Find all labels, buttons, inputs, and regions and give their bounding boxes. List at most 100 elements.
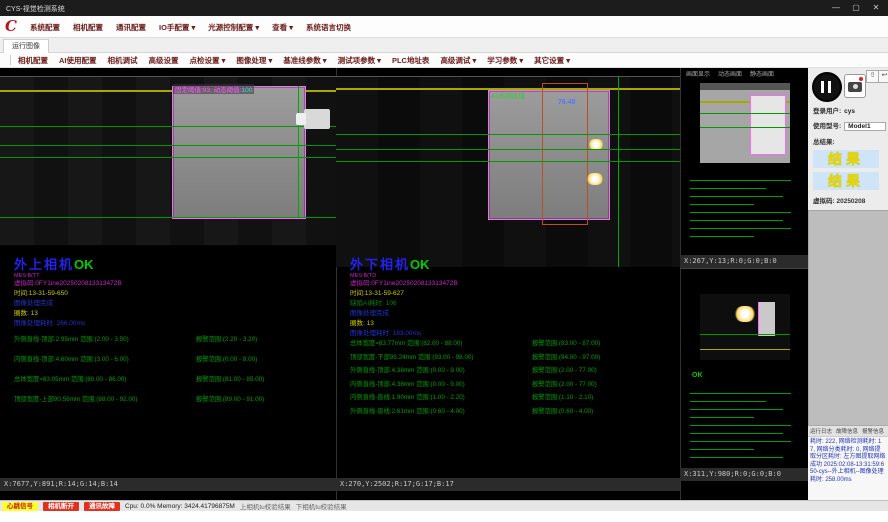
- log-tab-run[interactable]: 运行日志: [810, 427, 832, 435]
- left-measure-rows: 外侧直线-顶部:2.95mm 范围:(2.00 - 3.50)报警范围:(2.2…: [14, 334, 329, 414]
- side-panel: ⇧ ↩ 登录用户:cys 使用型号:Model1 总结果: 结果 结果 虚拟码:…: [808, 68, 888, 500]
- measure-line: [0, 145, 336, 146]
- camera-status-badge: 相机断开: [43, 502, 79, 511]
- mini-top-pixel-readout: X:267,Y:13;R:0;G:0;B:0: [680, 255, 808, 268]
- measure-line-vertical: [298, 86, 299, 217]
- left-camera-viewport[interactable]: 固定阈值:93, 动态阈值:100: [0, 76, 336, 245]
- view-header-item[interactable]: 动态画面: [718, 69, 742, 78]
- virtual-code-label: 虚拟码: 20250208: [813, 198, 865, 205]
- close-button[interactable]: ✕: [866, 0, 886, 16]
- time-line: 时间:13-31-59-650: [14, 289, 122, 299]
- tab-run-image[interactable]: 运行图像: [3, 39, 49, 54]
- menu-light-control[interactable]: 光源控制配置 ▾: [208, 22, 259, 33]
- process-done: 图像处理完成: [350, 309, 458, 319]
- log-tab-alarm[interactable]: 报警信息: [862, 427, 884, 435]
- tool-image-processing[interactable]: 图像处理 ▾: [236, 55, 272, 66]
- result-text-lines: [690, 386, 796, 458]
- measure-row: 总体宽度=83.05mm 范围:(80.00 - 86.00)报警范围:(81.…: [14, 374, 329, 394]
- tab-connector-tip: [296, 113, 306, 125]
- process-cost: 图像处理耗时: 266.00ms: [14, 319, 122, 329]
- minimize-button[interactable]: —: [826, 0, 846, 16]
- measure-row: 内侧直线-直线:1.90mm 范围:(1.00 - 2.20)报警范围:(1.1…: [350, 392, 665, 406]
- menu-language[interactable]: 系统语言切换: [306, 22, 351, 33]
- cell-region: [750, 95, 786, 155]
- toolbar-separator: [10, 55, 11, 65]
- camera-name: 外下相机: [350, 257, 410, 272]
- upper-camera-check-result: 上相机tu校验结果: [240, 501, 291, 511]
- process-done: 图像处理完成: [14, 299, 122, 309]
- virtual-code: 虚拟码:0FY1ine2025020813313472B: [14, 279, 122, 289]
- model-select[interactable]: Model1: [844, 122, 886, 131]
- middle-measure-rows: 总体宽度=83.77mm 范围:(82.00 - 88.00)报警范围:(83.…: [350, 338, 665, 419]
- snapshot-button[interactable]: [844, 74, 866, 98]
- measure-row: 总体宽度=83.77mm 范围:(82.00 - 88.00)报警范围:(83.…: [350, 338, 665, 352]
- pause-button[interactable]: [812, 72, 842, 102]
- menu-camera-config[interactable]: 相机配置: [73, 22, 103, 33]
- tool-spotcheck-settings[interactable]: 点检设置 ▾: [190, 55, 226, 66]
- menu-comm-config[interactable]: 通讯配置: [116, 22, 146, 33]
- time-line: 时间:13-31-59-627: [350, 289, 458, 299]
- measure-line-vertical: [618, 77, 619, 267]
- measure-row: 顶部宽度-上部90.56mm 范围:(88.00 - 92.00)报警范围:(8…: [14, 394, 329, 414]
- login-user-value: cys: [844, 108, 855, 115]
- view-header: 画面显示 动态画面 静态画面: [686, 69, 774, 78]
- title-bar: CYS-视觉检测系统 — ▢ ✕: [0, 0, 888, 16]
- region-label: A1检测区域: [491, 90, 525, 100]
- mini-bottom-viewport[interactable]: [700, 294, 790, 360]
- record-dot-icon: [859, 77, 863, 81]
- result-ok: OK: [410, 257, 430, 272]
- total-result-label: 总结果:: [813, 139, 835, 146]
- measure-line: [700, 127, 790, 128]
- measure-line: [0, 157, 336, 158]
- middle-pixel-readout: X:270,Y:2502;R:17;G:17;B:17: [336, 478, 680, 491]
- reflection-glow: [586, 173, 604, 185]
- left-pixel-readout: X:7677,Y:891;R:14;G:14;B:14: [0, 478, 336, 491]
- tool-plc-table[interactable]: PLC地址表: [392, 55, 430, 66]
- mini-bottom-pixel-readout: X:311,Y:980;R:0;G:0;B:0: [680, 468, 808, 481]
- window-title: CYS-视觉检测系统: [6, 4, 65, 14]
- measure-row: 顶部宽度-下部95.24mm 范围:(93.00 - 98.00)报警范围:(9…: [350, 352, 665, 366]
- reflection-glow: [734, 306, 756, 322]
- measure-row: 外侧直线-顶部:4.38mm 范围:(0.00 - 9.00)报警范围:(2.0…: [350, 365, 665, 379]
- camera-name: 外上相机: [14, 257, 74, 272]
- measure-value: 76.48: [558, 99, 576, 106]
- tool-other-settings[interactable]: 其它设置 ▾: [534, 55, 570, 66]
- reset-button[interactable]: ↩: [878, 70, 888, 83]
- maximize-button[interactable]: ▢: [846, 0, 866, 16]
- tool-camera-debug[interactable]: 相机调试: [108, 55, 138, 66]
- tool-baseline-params[interactable]: 基准线参数 ▾: [283, 55, 326, 66]
- mini-top-viewport[interactable]: [700, 83, 790, 163]
- heartbeat-badge: 心跳信号: [2, 502, 38, 511]
- ai-cost: 缺陷AI耗时: 106: [350, 299, 458, 309]
- middle-camera-viewport[interactable]: A1检测区域 76.48: [336, 76, 680, 267]
- log-panel: 运行日志 故障信息 报警信息 耗时: 222, 网络检测耗时: 17, 网络分类…: [808, 425, 888, 501]
- menu-system-config[interactable]: 系统配置: [30, 22, 60, 33]
- measure-line: [336, 161, 680, 162]
- status-bar: 心跳信号 相机断开 通讯故障 Cpu: 0.0% Memory: 3424.41…: [0, 500, 888, 511]
- mini-camera-top-panel: X:267,Y:13;R:0;G:0;B:0: [680, 78, 808, 269]
- app-window: CYS-视觉检测系统 — ▢ ✕ C 系统配置 相机配置 通讯配置 IO手配置 …: [0, 0, 888, 522]
- measure-line: [700, 334, 790, 335]
- measure-line: [0, 126, 336, 127]
- tool-advanced-debug[interactable]: 高级调试 ▾: [440, 55, 476, 66]
- log-tab-fault[interactable]: 故障信息: [836, 427, 858, 435]
- threshold-overlay-label: 固定阈值:93, 动态阈值:100: [173, 84, 254, 94]
- measure-line: [336, 149, 680, 150]
- menu-view[interactable]: 查看 ▾: [272, 22, 293, 33]
- result-ok: OK: [74, 257, 94, 272]
- menu-io-config[interactable]: IO手配置 ▾: [159, 22, 195, 33]
- virtual-code: 虚拟码:0FY1ine2025020813313472B: [350, 279, 458, 289]
- tool-learn-params[interactable]: 学习参数 ▾: [487, 55, 523, 66]
- tool-advanced-settings[interactable]: 高级设置: [149, 55, 179, 66]
- view-header-item[interactable]: 静态画面: [750, 69, 774, 78]
- view-header-item[interactable]: 画面显示: [686, 69, 710, 78]
- tool-camera-config[interactable]: 相机配置: [18, 55, 48, 66]
- tool-test-params[interactable]: 测试项参数 ▾: [338, 55, 381, 66]
- login-user-label: 登录用户:: [813, 108, 841, 115]
- log-tabs: 运行日志 故障信息 报警信息: [808, 426, 888, 437]
- tool-ai-config[interactable]: AI使用配置: [59, 55, 97, 66]
- baseline-yellow-line: [700, 349, 790, 350]
- main-area: 固定阈值:93, 动态阈值:100 外上相机OK MES:B(TT 虚拟码:0F…: [0, 68, 888, 500]
- menu-bar: C 系统配置 相机配置 通讯配置 IO手配置 ▾ 光源控制配置 ▾ 查看 ▾ 系…: [0, 16, 888, 38]
- tab-connector: [304, 109, 330, 129]
